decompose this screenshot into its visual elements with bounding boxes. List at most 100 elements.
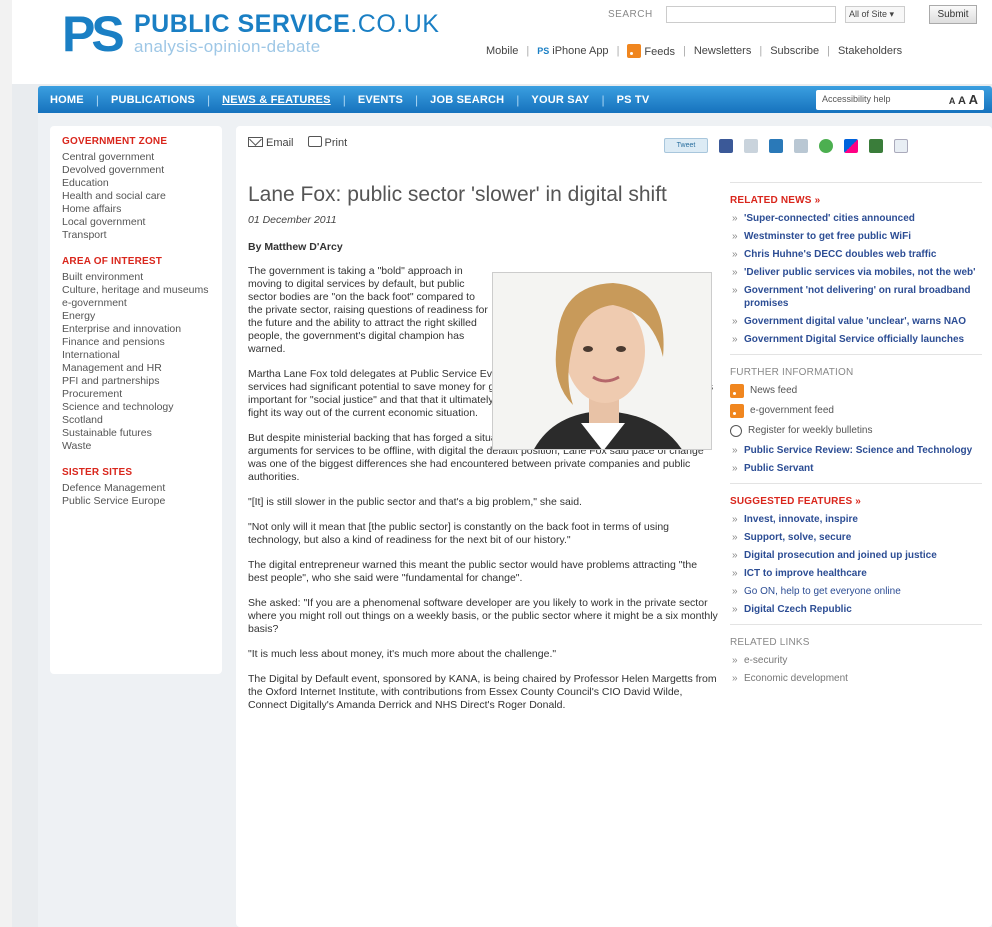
sidebar-item[interactable]: Home affairs [62,203,210,216]
related-links-heading: RELATED LINKS [730,637,810,648]
further-info-heading: FURTHER INFORMATION [730,367,854,378]
article-photo [492,272,712,450]
right-column: RELATED NEWS » 'Super-connected' cities … [730,182,982,690]
article-date: 01 December 2011 [248,214,337,226]
nav-events[interactable]: EVENTS [346,94,415,106]
sidebar-item[interactable]: e-government [62,297,210,310]
related-news-heading[interactable]: RELATED NEWS » [730,195,982,206]
share-icon[interactable] [744,138,758,153]
bookmark-icon[interactable] [794,138,808,153]
nav-job-search[interactable]: JOB SEARCH [418,94,516,106]
site-name[interactable]: PUBLIC SERVICE.CO.UK [134,10,439,39]
article-title: Lane Fox: public sector 'slower' in digi… [248,183,667,206]
search-input[interactable] [666,6,836,23]
facebook-icon[interactable] [719,138,733,153]
text-size-large[interactable]: A [969,92,978,107]
sidebar-item[interactable]: Built environment [62,271,210,284]
related-news-link[interactable]: 'Super-connected' cities announced [730,212,982,225]
article-paragraph: "[It] is still slower in the public sect… [248,496,582,508]
tweet-button[interactable]: Tweet [664,138,708,153]
stumbleupon-icon[interactable] [819,138,833,153]
related-news-link[interactable]: Westminster to get free public WiFi [730,230,982,243]
text-size-controls: A A A [949,92,978,107]
sidebar-item[interactable]: Waste [62,440,210,453]
accessibility-help-link[interactable]: Accessibility help [822,94,891,104]
suggested-feature-link[interactable]: Go ON, help to get everyone online [730,585,982,598]
globe-icon [730,425,742,437]
sidebar-item[interactable]: Finance and pensions [62,336,210,349]
egov-feed-link[interactable]: e-government feed [730,404,982,418]
news-feed-link[interactable]: News feed [730,384,982,398]
sidebar-item[interactable]: Enterprise and innovation [62,323,210,336]
sidebar-item[interactable]: Public Service Europe [62,495,210,508]
rss-icon [730,404,744,418]
nav-ps-tv[interactable]: PS TV [605,94,662,106]
sidebar-item[interactable]: Science and technology [62,401,210,414]
email-button[interactable]: Email [248,136,294,149]
sidebar-item[interactable]: Local government [62,216,210,229]
related-news-link[interactable]: Government digital value 'unclear', warn… [730,315,982,328]
related-link[interactable]: e-security [730,654,982,667]
toplink-stakeholders[interactable]: Stakeholders [838,45,902,57]
sidebar-item[interactable]: Energy [62,310,210,323]
related-news-link[interactable]: Chris Huhne's DECC doubles web traffic [730,248,982,261]
sidebar-item[interactable]: PFI and partnerships [62,375,210,388]
related-news-link[interactable]: Government Digital Service officially la… [730,333,982,346]
ps-small-icon: PS [537,46,550,56]
page: PS PUBLIC SERVICE.CO.UK analysis-opinion… [12,0,992,927]
sidebar-item[interactable]: International [62,349,210,362]
nav-news-features[interactable]: NEWS & FEATURES [210,94,343,106]
suggested-feature-link[interactable]: Digital Czech Republic [730,603,982,616]
toplink-newsletters[interactable]: Newsletters [694,45,751,57]
ps-logo[interactable]: PS [62,9,126,59]
linkedin-icon[interactable] [769,138,783,153]
sidebar-item[interactable]: Devolved government [62,164,210,177]
search-scope-value: All of Site [849,9,888,19]
more-share-icon[interactable] [894,138,908,153]
suggested-feature-link[interactable]: Support, solve, secure [730,531,982,544]
toplink-subscribe[interactable]: Subscribe [770,45,819,57]
toplink-mobile[interactable]: Mobile [486,45,518,57]
related-news-link[interactable]: 'Deliver public services via mobiles, no… [730,266,982,279]
suggested-feature-link[interactable]: Digital prosecution and joined up justic… [730,549,982,562]
sidebar-item[interactable]: Scotland [62,414,210,427]
suggested-feature-link[interactable]: Invest, innovate, inspire [730,513,982,526]
text-size-medium[interactable]: A [958,95,966,107]
print-button[interactable]: Print [307,136,347,149]
nav-your-say[interactable]: YOUR SAY [519,94,601,106]
envelope-icon [248,136,263,147]
suggested-features-heading[interactable]: SUGGESTED FEATURES » [730,496,982,507]
sidebar-item[interactable]: Education [62,177,210,190]
search-submit-button[interactable]: Submit [929,5,977,24]
suggested-feature-link[interactable]: ICT to improve healthcare [730,567,982,580]
sidebar-item[interactable]: Health and social care [62,190,210,203]
delicious-icon[interactable] [844,138,858,153]
sidebar-item[interactable]: Central government [62,151,210,164]
top-links: Mobile | PS iPhone App | Feeds | Newslett… [486,44,903,58]
government-zone-heading: GOVERNMENT ZONE [62,136,168,147]
text-size-small[interactable]: A [949,96,956,106]
related-news-link[interactable]: Government 'not delivering' on rural bro… [730,284,982,310]
search-scope-select[interactable]: All of Site ▾ [845,6,905,23]
nav-publications[interactable]: PUBLICATIONS [99,94,207,106]
related-link[interactable]: Economic development [730,672,982,685]
evernote-icon[interactable] [869,138,883,153]
article-toolbar: Email Print [248,136,347,149]
article-byline: By Matthew D'Arcy [248,241,343,253]
share-bar: Tweet [664,138,908,153]
suggested-features-list: Invest, innovate, inspire Support, solve… [730,513,982,616]
sidebar-item[interactable]: Transport [62,229,210,242]
sidebar-item[interactable]: Sustainable futures [62,427,210,440]
toplink-feeds[interactable]: Feeds [627,44,675,58]
sidebar-item[interactable]: Defence Management [62,482,210,495]
sidebar-item[interactable]: Procurement [62,388,210,401]
sidebar-item[interactable]: Culture, heritage and museums [62,284,210,297]
toplink-iphone-app[interactable]: PS iPhone App [537,45,608,57]
site-name-bold: PUBLIC SERVICE [134,10,351,38]
area-of-interest: AREA OF INTEREST Built environment Cultu… [62,256,210,453]
nav-home[interactable]: HOME [38,94,96,106]
register-bulletins-link[interactable]: Register for weekly bulletins [730,424,982,438]
sidebar-item[interactable]: Management and HR [62,362,210,375]
further-info-link[interactable]: Public Servant [730,462,982,475]
further-info-link[interactable]: Public Service Review: Science and Techn… [730,444,982,457]
